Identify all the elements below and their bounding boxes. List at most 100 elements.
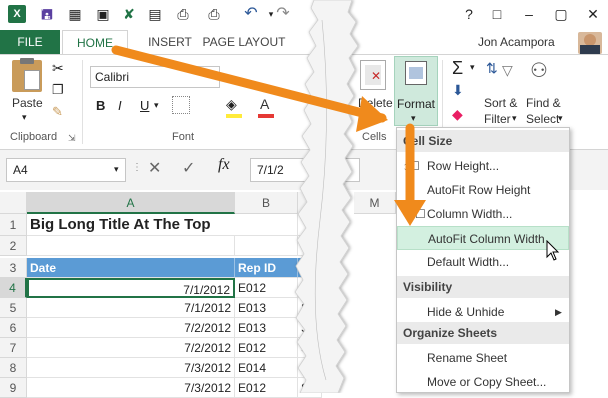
autosum-icon[interactable]: Σ bbox=[452, 58, 463, 79]
table-cell[interactable]: E012 bbox=[235, 338, 298, 358]
format-dropdown-menu: Cell Size ↕☐ Row Height... AutoFit Row H… bbox=[396, 127, 570, 393]
vertical-dots-icon: ⋮ bbox=[132, 162, 142, 173]
column-header-a[interactable]: A bbox=[27, 192, 235, 214]
name-box[interactable]: A4 bbox=[6, 158, 126, 182]
confirm-entry-icon[interactable]: ✓ bbox=[182, 158, 195, 178]
format-painter-icon[interactable]: ✎ bbox=[52, 104, 63, 120]
sort-dropdown-icon[interactable]: ▾ bbox=[512, 113, 517, 124]
table-cell[interactable]: 7/3/2012 bbox=[27, 378, 235, 398]
column-header-b[interactable]: B bbox=[235, 192, 298, 214]
row-header[interactable]: 3 bbox=[0, 258, 27, 278]
table-cell[interactable]: 7/1/2012 bbox=[27, 298, 235, 318]
menu-item-row-height[interactable]: ↕☐ Row Height... bbox=[397, 154, 569, 178]
format-dropdown-icon: ▾ bbox=[411, 113, 416, 123]
avatar[interactable] bbox=[578, 32, 602, 54]
binoculars-icon[interactable]: ⚇ bbox=[530, 58, 548, 83]
menu-item-default-width-label: Default Width... bbox=[427, 255, 510, 269]
table-cell[interactable]: E012 bbox=[235, 278, 298, 298]
fill-color-icon[interactable]: ◈ bbox=[226, 96, 237, 113]
sort-filter-button[interactable]: Sort & bbox=[484, 96, 517, 110]
group-separator bbox=[82, 60, 83, 144]
ribbon-display-icon[interactable]: □ bbox=[488, 5, 506, 23]
find-select-button[interactable]: Find & bbox=[526, 96, 561, 110]
table-cell[interactable]: Date bbox=[27, 258, 235, 278]
table-cell[interactable] bbox=[235, 214, 298, 236]
menu-item-column-width[interactable]: ↔☐ Column Width... bbox=[397, 202, 569, 226]
font-color-swatch bbox=[258, 114, 274, 118]
table-cell[interactable]: 7/3/2012 bbox=[27, 358, 235, 378]
fill-icon[interactable]: ⬇ bbox=[452, 82, 464, 99]
print-icon[interactable]: ⎙ bbox=[205, 5, 223, 23]
insert-function-icon[interactable]: fx bbox=[218, 156, 230, 174]
camera-icon[interactable]: ▣ bbox=[94, 5, 112, 23]
clear-eraser-icon[interactable]: ◆ bbox=[452, 106, 463, 123]
underline-button[interactable]: U bbox=[140, 98, 149, 113]
menu-item-autofit-row-height[interactable]: AutoFit Row Height bbox=[397, 178, 569, 202]
clear-icon[interactable]: ✘ bbox=[120, 5, 138, 23]
row-header[interactable]: 6 bbox=[0, 318, 27, 338]
menu-item-hide-unhide[interactable]: Hide & Unhide ▶ bbox=[397, 300, 569, 324]
row-header[interactable]: 2 bbox=[0, 236, 27, 256]
menu-item-move-copy-sheet[interactable]: Move or Copy Sheet... bbox=[397, 370, 569, 394]
paste-dropdown-icon[interactable]: ▾ bbox=[22, 112, 27, 123]
font-dropdown-icon[interactable]: ▾ bbox=[208, 70, 213, 81]
font-group-label: Font bbox=[172, 131, 195, 143]
print-preview-icon[interactable]: ⎙ bbox=[174, 5, 192, 23]
mouse-cursor-icon bbox=[546, 240, 560, 261]
autosum-dropdown-icon[interactable]: ▾ bbox=[470, 62, 475, 73]
paste-icon[interactable] bbox=[12, 58, 42, 92]
undo-icon[interactable]: ↶ bbox=[242, 5, 260, 23]
redo-icon[interactable]: ↷ bbox=[274, 5, 292, 23]
clipboard-group-label: Clipboard bbox=[10, 131, 58, 143]
table-icon[interactable]: ▦ bbox=[66, 5, 84, 23]
clipboard-launcher-icon[interactable]: ⇲ bbox=[68, 133, 76, 144]
menu-item-rename-sheet[interactable]: Rename Sheet bbox=[397, 346, 569, 370]
table-cell[interactable]: Big Long Title At The Top bbox=[27, 214, 235, 236]
italic-button[interactable]: I bbox=[118, 98, 122, 113]
row-header[interactable]: 5 bbox=[0, 298, 27, 318]
select-all-corner[interactable] bbox=[0, 192, 27, 214]
table-cell[interactable]: E013 bbox=[235, 298, 298, 318]
format-button[interactable]: Format ▾ bbox=[394, 56, 438, 126]
user-name[interactable]: Jon Acampora bbox=[478, 30, 574, 54]
font-color-icon[interactable]: A bbox=[260, 96, 269, 112]
table-cell[interactable]: 7/1/2012 bbox=[27, 278, 235, 298]
table-cell[interactable]: Rep ID bbox=[235, 258, 298, 278]
row-header[interactable]: 8 bbox=[0, 358, 27, 378]
menu-item-default-width[interactable]: Default Width... bbox=[397, 250, 569, 274]
menu-item-autofit-column-width[interactable]: AutoFit Column Width bbox=[397, 226, 569, 250]
font-name-input[interactable]: Calibri bbox=[90, 66, 220, 88]
find-dropdown-icon[interactable]: ▾ bbox=[558, 113, 563, 124]
table-cell[interactable] bbox=[235, 236, 298, 256]
cut-icon[interactable]: ✂ bbox=[52, 60, 64, 77]
row-header[interactable]: 1 bbox=[0, 214, 27, 236]
row-header[interactable]: 4 bbox=[0, 278, 27, 298]
restore-icon[interactable]: ▢ bbox=[552, 5, 570, 23]
close-icon[interactable]: ✕ bbox=[584, 5, 602, 23]
table-cell[interactable] bbox=[27, 236, 235, 256]
row-header[interactable]: 9 bbox=[0, 378, 27, 398]
table-cell[interactable]: 7/2/2012 bbox=[27, 338, 235, 358]
copy-icon[interactable]: ❐ bbox=[52, 82, 64, 98]
bold-button[interactable]: B bbox=[96, 98, 105, 113]
tab-insert[interactable]: INSERT bbox=[140, 30, 200, 54]
table-cell[interactable]: E012 bbox=[235, 378, 298, 398]
tab-page-layout[interactable]: PAGE LAYOUT bbox=[200, 30, 288, 54]
paste-button[interactable]: Paste bbox=[12, 96, 43, 110]
minimize-icon[interactable]: ‒ bbox=[520, 5, 538, 23]
name-box-dropdown-icon[interactable]: ▾ bbox=[114, 164, 119, 175]
borders-icon[interactable] bbox=[172, 96, 190, 114]
tab-home[interactable]: HOME bbox=[62, 30, 128, 54]
table-cell[interactable]: E013 bbox=[235, 318, 298, 338]
table-cell[interactable]: 7/2/2012 bbox=[27, 318, 235, 338]
underline-dropdown-icon[interactable]: ▾ bbox=[154, 100, 159, 111]
help-icon[interactable]: ? bbox=[460, 5, 478, 23]
sort-filter-icon[interactable]: ⇅ bbox=[486, 60, 498, 77]
menu-item-autofit-row-label: AutoFit Row Height bbox=[427, 183, 531, 197]
cancel-entry-icon[interactable]: ✕ bbox=[148, 158, 161, 178]
table-cell[interactable]: E014 bbox=[235, 358, 298, 378]
tab-file[interactable]: FILE bbox=[0, 30, 60, 54]
row-header[interactable]: 7 bbox=[0, 338, 27, 358]
save-icon[interactable]: 🖪 bbox=[38, 5, 56, 23]
format-painter-icon[interactable]: ▤ bbox=[146, 5, 164, 23]
